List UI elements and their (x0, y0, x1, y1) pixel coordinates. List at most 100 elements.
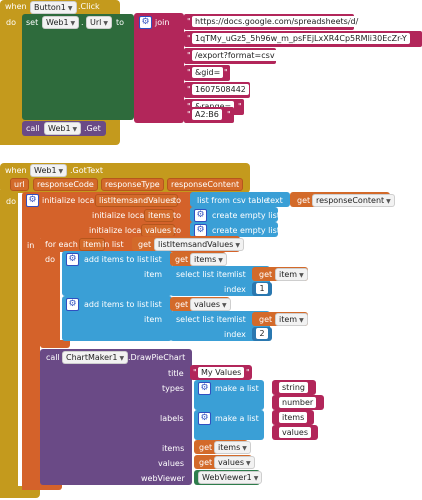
item-dropdown[interactable]: item ▼ (275, 268, 308, 281)
add-items-label: add items to list (84, 255, 149, 264)
response-content-label: responseContent (316, 196, 385, 205)
to-label: to (173, 196, 182, 205)
quote-open-icon: " (193, 368, 197, 377)
web1-dropdown[interactable]: Web1 ▼ (42, 16, 80, 29)
index-value-2[interactable]: 2 (256, 328, 268, 339)
url-property-dropdown[interactable]: Url ▼ (86, 16, 112, 29)
chevron-down-icon: ▼ (299, 272, 304, 279)
values-dropdown[interactable]: values ▼ (214, 456, 255, 469)
gear-icon[interactable]: ⚙ (194, 209, 207, 222)
quote-close-icon: " (244, 85, 248, 94)
chevron-down-icon: ▼ (253, 475, 259, 482)
param-response-type[interactable]: responseType (101, 178, 164, 191)
web1-label: Web1 (34, 166, 57, 175)
web1-label: Web1 (46, 18, 69, 27)
gottext-event-label: .GotText (70, 166, 103, 175)
items-dropdown[interactable]: items ▼ (214, 441, 251, 454)
url-string-5[interactable]: 1607508442 (192, 84, 249, 95)
list-label: list (234, 270, 246, 279)
quote-close-icon: " (270, 51, 274, 60)
gear-icon[interactable]: ⚙ (66, 298, 79, 311)
items-label: items (218, 443, 241, 452)
for-each-footer (40, 340, 70, 348)
items-dropdown[interactable]: items ▼ (190, 253, 227, 266)
index-value-1[interactable]: 1 (256, 283, 268, 294)
response-content-dropdown[interactable]: responseContent ▼ (312, 194, 395, 207)
index-label: index (224, 330, 246, 339)
chevron-down-icon: ▼ (299, 317, 304, 324)
gear-icon[interactable]: ⚙ (198, 412, 211, 425)
var-items[interactable]: items (144, 209, 175, 222)
set-web-url-block[interactable] (22, 14, 134, 120)
gear-icon[interactable]: ⚙ (66, 253, 79, 266)
to-label: to (173, 211, 182, 220)
gottext-event-body (0, 190, 18, 498)
url-string-2[interactable]: 1qTMy_uGz5_5h96w_m_psFEjLxXR4Cp5RMli30Ec… (192, 33, 410, 44)
url-string-3[interactable]: /export?format=csv (192, 50, 278, 61)
list-items-values-dropdown[interactable]: listItemsandValues ▼ (154, 238, 244, 251)
chevron-down-icon: ▼ (119, 355, 125, 362)
web1-get-dropdown[interactable]: Web1 ▼ (44, 122, 82, 135)
web1-event-dropdown[interactable]: Web1 ▼ (30, 164, 68, 177)
in-list-label: in list (102, 240, 124, 249)
initialize-local-label: initialize local (89, 226, 144, 235)
url-string-4[interactable]: &gid= (192, 67, 224, 78)
do-label: do (45, 255, 55, 264)
quote-close-icon: " (227, 110, 231, 119)
quote-open-icon: " (187, 68, 191, 77)
chartmaker-label: ChartMaker1 (66, 353, 118, 362)
url-string-7[interactable]: A2:B6 (192, 109, 222, 120)
to-label: to (116, 18, 125, 27)
draw-pie-chart-label: .DrawPieChart (128, 353, 186, 362)
get-method-label: .Get (84, 124, 101, 133)
quote-close-icon: " (347, 17, 351, 26)
quote-open-icon: " (187, 85, 191, 94)
gear-icon[interactable]: ⚙ (139, 16, 152, 29)
label-values[interactable]: values (279, 427, 312, 438)
get-label: get (138, 240, 152, 249)
quote-close-icon: " (224, 68, 228, 77)
param-response-code[interactable]: responseCode (33, 178, 98, 191)
chartmaker-dropdown[interactable]: ChartMaker1 ▼ (62, 351, 129, 364)
param-response-content[interactable]: responseContent (167, 178, 244, 191)
quote-open-icon: " (187, 51, 191, 60)
initialize-local-body (22, 235, 40, 490)
label-items[interactable]: items (279, 412, 308, 423)
item-dropdown[interactable]: item ▼ (275, 313, 308, 326)
chevron-down-icon: ▼ (222, 302, 227, 309)
quote-close-icon: " (238, 102, 242, 111)
title-value[interactable]: My Values (198, 367, 245, 378)
type-number[interactable]: number (279, 397, 317, 408)
when-label: when (5, 2, 27, 11)
gear-icon[interactable]: ⚙ (26, 194, 39, 207)
item-label: item (144, 315, 163, 324)
button1-dropdown[interactable]: Button1 ▼ (30, 1, 77, 14)
index-label: index (224, 285, 246, 294)
when-label: when (5, 166, 27, 175)
chevron-down-icon: ▼ (242, 445, 247, 452)
initialize-local-label: initialize local (42, 196, 97, 205)
create-empty-list-label: create empty list (212, 226, 280, 235)
items-param-label: items (162, 444, 185, 453)
dot-separator: . (81, 18, 84, 27)
join-block[interactable] (134, 13, 184, 123)
items-label: items (194, 255, 217, 264)
list-label: list (150, 255, 162, 264)
item-label: item (144, 270, 163, 279)
button-click-event-body (0, 12, 18, 145)
webviewer-dropdown[interactable]: WebViewer1 ▼ (198, 471, 263, 484)
var-list-items-and-values[interactable]: listItemsandValues (95, 194, 179, 207)
values-label: values (194, 300, 221, 309)
url-string-1[interactable]: https://docs.google.com/spreadsheets/d/ (192, 16, 362, 27)
list-label: list (234, 315, 246, 324)
title-param-label: title (168, 369, 184, 378)
type-string[interactable]: string (279, 382, 308, 393)
item-var-label: item (279, 270, 298, 279)
chevron-down-icon: ▼ (218, 257, 223, 264)
gear-icon[interactable]: ⚙ (198, 382, 211, 395)
values-dropdown[interactable]: values ▼ (190, 298, 231, 311)
param-url[interactable]: url (10, 178, 29, 191)
quote-open-icon: " (187, 34, 191, 43)
chevron-down-icon: ▼ (72, 126, 78, 133)
get-label: get (199, 443, 213, 452)
